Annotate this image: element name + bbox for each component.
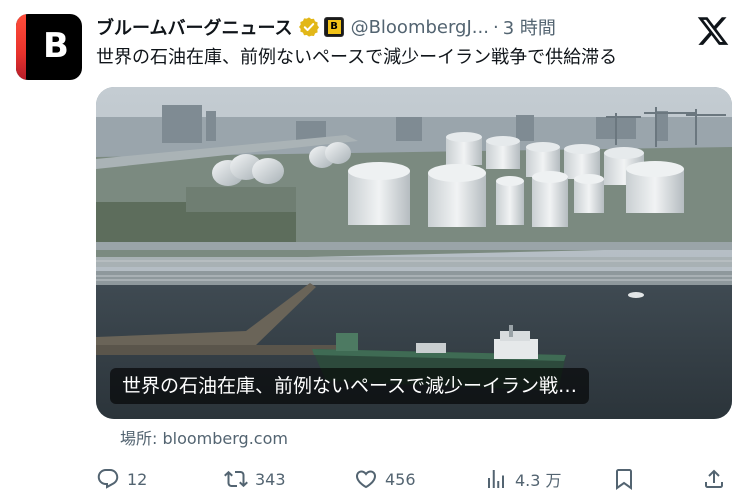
views-button[interactable]: 4.3 万 (484, 464, 562, 494)
account-handle[interactable]: @BloombergJ... (351, 17, 489, 38)
x-logo-icon[interactable] (696, 14, 730, 48)
share-icon (705, 469, 723, 488)
avatar-letter: B (43, 26, 69, 66)
avatar[interactable]: B (16, 14, 82, 80)
like-count: 456 (385, 469, 416, 489)
separator-dot: · (492, 16, 499, 38)
tweet-text: 世界の石油在庫、前例ないペースで減少ーイラン戦争で供給滞る (96, 47, 618, 68)
retweet-icon (224, 470, 248, 488)
card-title: 世界の石油在庫、前例ないペースで減少ーイラン戦… (110, 368, 590, 404)
account-name[interactable]: ブルームバーグニュース (96, 14, 293, 40)
tweet-header: ブルームバーグニュース B @BloombergJ... · 3 時間 (96, 12, 556, 42)
view-count: 4.3 万 (515, 471, 562, 490)
verified-gold-badge-icon[interactable] (298, 16, 320, 38)
reply-button[interactable]: 12 (96, 464, 147, 494)
link-card[interactable]: 世界の石油在庫、前例ないペースで減少ーイラン戦… (96, 87, 732, 419)
share-button[interactable] (702, 464, 726, 494)
views-bar-chart-icon (488, 470, 504, 488)
retweet-count: 343 (255, 469, 286, 489)
retweet-button[interactable]: 343 (224, 464, 286, 494)
heart-icon (355, 470, 377, 489)
affiliation-badge-icon[interactable]: B (323, 17, 344, 37)
like-button[interactable]: 456 (354, 464, 416, 494)
timestamp[interactable]: 3 時間 (503, 14, 556, 40)
reply-icon (97, 469, 119, 489)
bookmark-button[interactable] (612, 464, 636, 494)
reply-count: 12 (127, 469, 148, 489)
card-source[interactable]: 場所: bloomberg.com (120, 428, 288, 450)
avatar-red-edge (16, 14, 26, 80)
bookmark-icon (616, 469, 632, 490)
affiliation-badge-letter: B (327, 20, 341, 34)
